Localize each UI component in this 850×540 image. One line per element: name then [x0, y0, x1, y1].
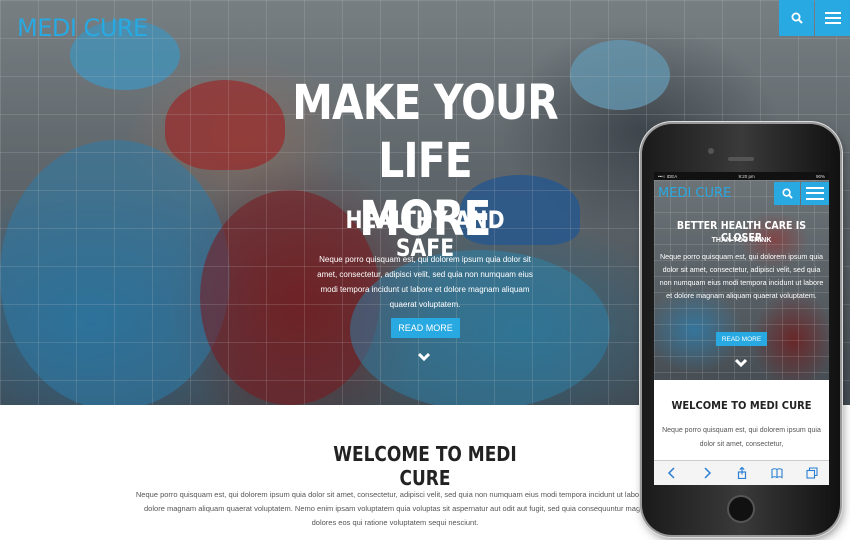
- read-more-button[interactable]: READ MORE: [391, 318, 460, 338]
- bookmarks-icon[interactable]: [770, 467, 783, 479]
- welcome-text: Neque porro quisquam est, qui dolorem ip…: [135, 490, 655, 527]
- site-logo[interactable]: MEDI CURE: [17, 14, 148, 42]
- tabs-icon[interactable]: [805, 467, 818, 479]
- back-icon[interactable]: [666, 467, 678, 479]
- status-time: 9:20 pm: [738, 173, 755, 179]
- search-icon: [781, 188, 793, 199]
- chevron-down-icon[interactable]: [735, 358, 747, 368]
- search-button[interactable]: [779, 0, 814, 36]
- phone-welcome-title: WELCOME TO MEDI CURE: [671, 399, 812, 412]
- hamburger-menu-icon: [806, 187, 824, 200]
- phone-browser-toolbar: [654, 460, 829, 485]
- phone-hero-text: Neque porro quisquam est, qui dolorem ip…: [659, 252, 824, 300]
- chevron-down-icon[interactable]: [418, 351, 430, 363]
- welcome-title: WELCOME TO MEDI CURE: [333, 442, 517, 490]
- phone-home-button: [727, 495, 755, 523]
- phone-read-more-button[interactable]: READ MORE: [716, 332, 767, 346]
- hamburger-menu-icon: [824, 12, 841, 24]
- phone-welcome-text: Neque porro quisquam est, qui dolorem ip…: [662, 427, 821, 448]
- phone-mockup: •••○ IDEA 9:20 pm 90% MEDI CURE BETTER H…: [642, 124, 840, 535]
- hero-title-line1: MAKE YOUR LIFE: [292, 75, 558, 189]
- status-carrier: •••○ IDEA: [658, 173, 678, 179]
- phone-hero-subtitle: THAN YOU THINK: [711, 237, 772, 244]
- phone-menu-button[interactable]: [801, 182, 829, 205]
- phone-logo[interactable]: MEDI CURE: [658, 186, 731, 201]
- menu-button[interactable]: [815, 0, 850, 36]
- search-icon: [791, 12, 803, 24]
- status-battery: 90%: [815, 173, 825, 179]
- phone-hero: MEDI CURE BETTER HEALTH CARE IS CLOSER T…: [654, 180, 829, 380]
- forward-icon[interactable]: [701, 467, 713, 479]
- phone-screen: •••○ IDEA 9:20 pm 90% MEDI CURE BETTER H…: [654, 172, 829, 485]
- share-icon[interactable]: [736, 467, 748, 479]
- phone-status-bar: •••○ IDEA 9:20 pm 90%: [654, 172, 829, 180]
- phone-speaker: [728, 157, 754, 161]
- phone-camera: [708, 148, 714, 154]
- hero-description: Neque porro quisquam est, qui dolorem ip…: [317, 255, 533, 309]
- phone-search-button[interactable]: [774, 182, 800, 205]
